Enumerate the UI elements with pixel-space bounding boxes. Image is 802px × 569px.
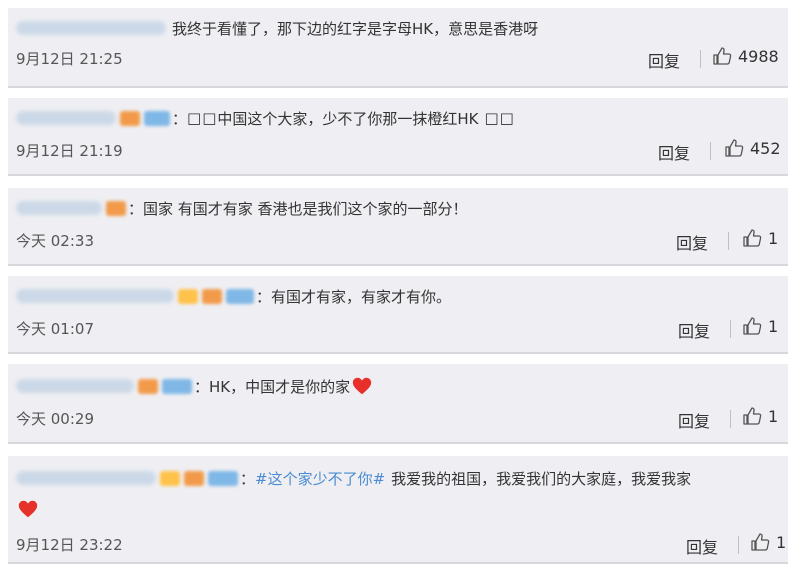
comment-line: ： □□ 中国这个大家，少不了你那一抹橙红HK □□: [16, 106, 515, 130]
comment-time: 今天 00:29: [16, 410, 94, 428]
thumbs-up-icon: [743, 317, 762, 335]
thumbs-up-icon: [743, 407, 762, 425]
reply-button[interactable]: 回复: [658, 140, 690, 164]
comment-text: 我终于看懂了，那下边的红字是字母HK，意思是香港呀: [172, 19, 539, 38]
reply-button[interactable]: 回复: [676, 230, 708, 254]
thumbs-up-icon: [713, 47, 732, 65]
badge-icon: [106, 200, 126, 216]
username-blurred[interactable]: [16, 201, 102, 215]
like-count: 1: [768, 228, 779, 248]
heart-emoji-icon: [352, 377, 372, 395]
badge-icon: [178, 288, 198, 304]
comment-text: 我爱我的祖国，我爱我们的大家庭，我爱我家: [391, 469, 692, 488]
comment-card: ： #这个家少不了你# 我爱我的祖国，我爱我们的大家庭，我爱我家 9月12日 2…: [8, 456, 788, 564]
badge-icon: [226, 288, 254, 304]
emoji-placeholder: □□: [187, 109, 218, 127]
divider: [738, 536, 739, 554]
comment-card: ： 国家 有国才有家 香港也是我们这个家的一部分！ 今天 02:33 回复 1: [8, 188, 788, 266]
comment-text: HK，中国才是你的家: [209, 377, 351, 396]
thumbs-up-icon: [725, 139, 744, 157]
username-blurred[interactable]: [16, 289, 174, 303]
badge-icon: [184, 470, 204, 486]
emoji-placeholder: □□: [484, 109, 515, 127]
like-count: 1: [768, 406, 779, 426]
like-button[interactable]: 1: [750, 532, 786, 552]
colon: ：: [256, 287, 272, 306]
hashtag-link[interactable]: #这个家少不了你#: [255, 468, 385, 489]
divider: [730, 320, 731, 338]
colon: ：: [128, 199, 144, 218]
divider: [730, 410, 731, 428]
comment-line: ： #这个家少不了你# 我爱我的祖国，我爱我们的大家庭，我爱我家: [16, 466, 691, 490]
comment-time: 9月12日 23:22: [16, 536, 123, 554]
like-button[interactable]: 1: [742, 316, 778, 336]
username-blurred[interactable]: [16, 471, 156, 485]
comment-line: 我终于看懂了，那下边的红字是字母HK，意思是香港呀: [16, 16, 538, 40]
badge-icon: [120, 110, 140, 126]
heart-emoji-icon: [18, 500, 38, 518]
like-button[interactable]: 1: [742, 228, 778, 248]
colon: ：: [240, 469, 256, 488]
comment-text: 中国这个大家，少不了你那一抹橙红HK: [217, 109, 479, 128]
thumbs-up-icon: [743, 229, 762, 247]
divider: [728, 232, 729, 250]
like-button[interactable]: 452: [724, 138, 781, 158]
comment-text: 国家 有国才有家 香港也是我们这个家的一部分！: [143, 199, 468, 218]
comment-card: ： HK，中国才是你的家 今天 00:29 回复 1: [8, 364, 788, 444]
like-count: 452: [750, 138, 781, 158]
like-count: 1: [776, 532, 787, 552]
comment-line: ： 有国才有家，有家才有你。: [16, 284, 451, 308]
badge-icon: [138, 378, 158, 394]
comment-time: 今天 02:33: [16, 232, 94, 250]
like-count: 1: [768, 316, 779, 336]
reply-button[interactable]: 回复: [678, 318, 710, 342]
badge-icon: [202, 288, 222, 304]
like-button[interactable]: 4988: [712, 46, 779, 66]
comment-card: ： □□ 中国这个大家，少不了你那一抹橙红HK □□ 9月12日 21:19 回…: [8, 98, 788, 176]
colon: ：: [194, 377, 210, 396]
reply-button[interactable]: 回复: [686, 534, 718, 558]
reply-button[interactable]: 回复: [678, 408, 710, 432]
username-blurred[interactable]: [16, 21, 166, 35]
badge-icon: [208, 470, 238, 486]
thumbs-up-icon: [751, 533, 770, 551]
badge-icon: [144, 110, 170, 126]
badge-icon: [160, 470, 180, 486]
comment-time: 9月12日 21:19: [16, 142, 123, 160]
divider: [700, 50, 701, 68]
comment-time: 9月12日 21:25: [16, 50, 123, 68]
comment-card: 我终于看懂了，那下边的红字是字母HK，意思是香港呀 9月12日 21:25 回复…: [8, 8, 788, 88]
username-blurred[interactable]: [16, 111, 116, 125]
reply-button[interactable]: 回复: [648, 48, 680, 72]
like-button[interactable]: 1: [742, 406, 778, 426]
divider: [710, 142, 711, 160]
colon: ：: [172, 109, 188, 128]
like-count: 4988: [738, 46, 779, 66]
comment-line: ： HK，中国才是你的家: [16, 374, 373, 398]
comment-card: ： 有国才有家，有家才有你。 今天 01:07 回复 1: [8, 276, 788, 354]
comment-time: 今天 01:07: [16, 320, 94, 338]
comment-text: 有国才有家，有家才有你。: [271, 287, 452, 306]
username-blurred[interactable]: [16, 379, 134, 393]
badge-icon: [162, 378, 192, 394]
comment-line: ： 国家 有国才有家 香港也是我们这个家的一部分！: [16, 196, 468, 220]
